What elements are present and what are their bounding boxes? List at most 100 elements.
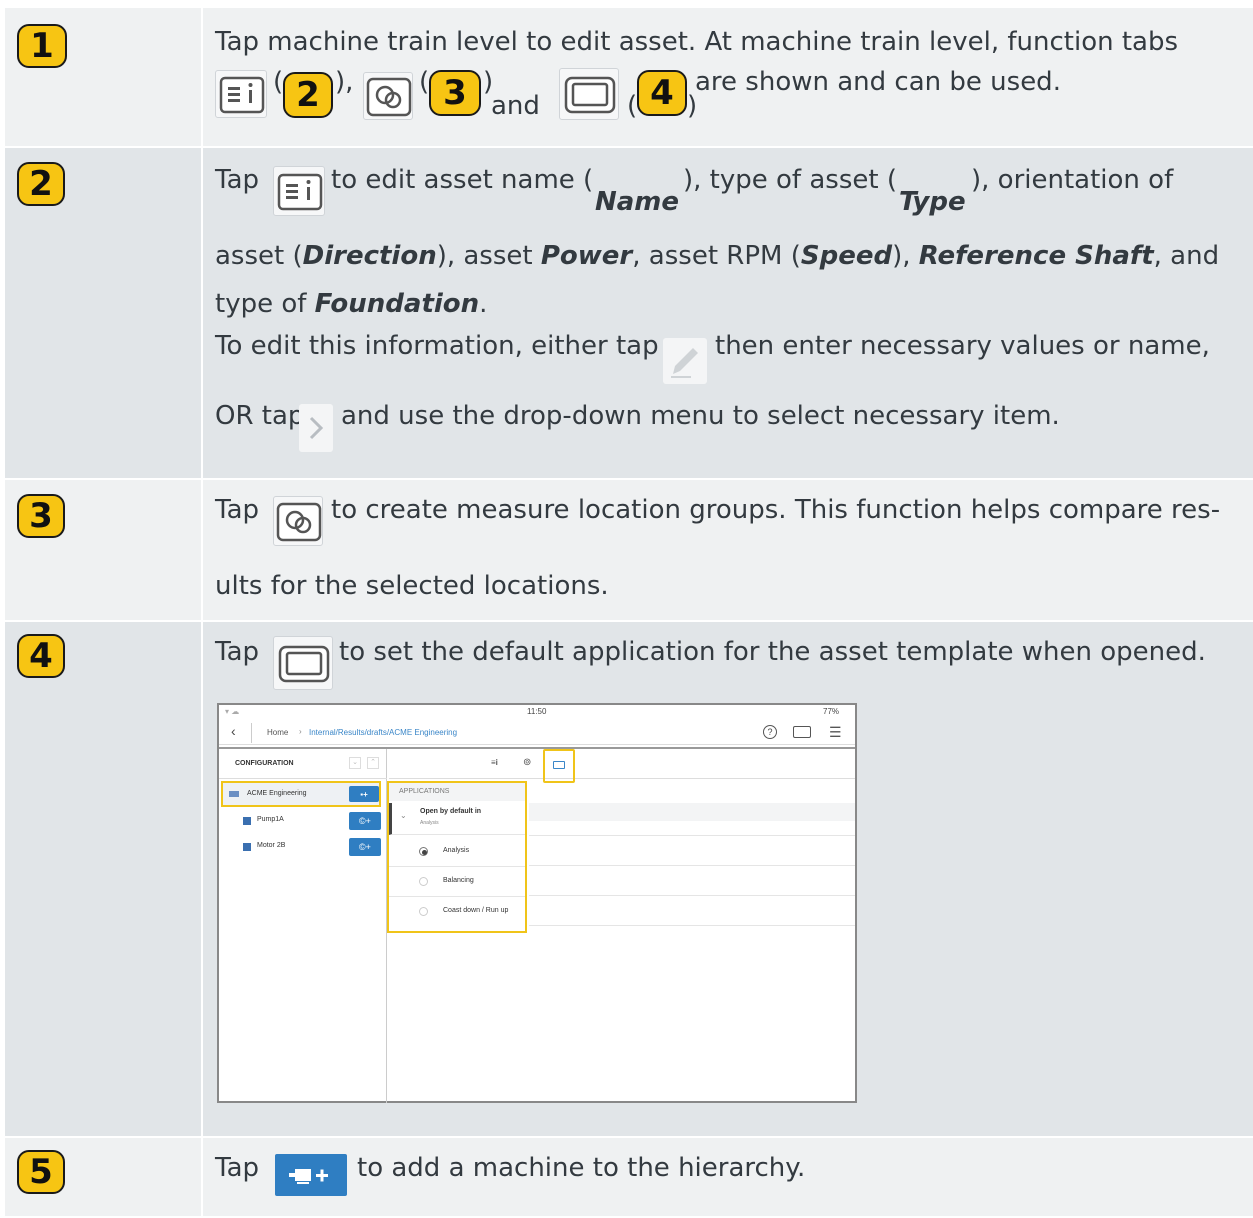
application-tab-icon	[559, 68, 619, 120]
step-description: Tap to add a machine to the hierarchy.	[203, 1138, 1253, 1216]
step-text-line: Tap	[215, 164, 259, 196]
text-segment: ), asset	[436, 241, 541, 271]
row-divider	[529, 865, 855, 866]
option-label: Analysis	[443, 847, 470, 854]
row-divider	[529, 895, 855, 896]
tree-item[interactable]: Motor 2B ©+	[221, 835, 381, 859]
field-name: Name	[595, 187, 680, 217]
option-label: Coast down / Run up	[443, 907, 509, 914]
step-text-line: OR tap	[215, 400, 304, 432]
chevron-down-icon[interactable]: ⌄	[349, 757, 361, 769]
field-speed: Speed	[800, 241, 893, 271]
camera-icon[interactable]	[793, 726, 811, 738]
step-number-cell: 4	[5, 622, 203, 1136]
step-badge: 1	[17, 24, 67, 68]
step-text: to add a machine to the hierarchy.	[357, 1153, 806, 1183]
applications-header: APPLICATIONS	[389, 783, 525, 801]
step-text-tail: are shown and can be used.	[695, 67, 1061, 97]
tree-item-label: Pump1A	[257, 816, 284, 823]
step-text: to create measure location groups. This …	[331, 495, 1221, 525]
paren-close: ),	[335, 67, 354, 97]
radio-selected-icon	[419, 847, 428, 856]
app-body: CONFIGURATION ⌄ ⌃ ACME Engineering ▪+ Pu…	[219, 747, 855, 1103]
step-text-line: To edit this information, either tap	[215, 330, 659, 362]
text-segment: to edit asset name (	[331, 165, 594, 195]
wifi-icon: ▾ ☁	[225, 707, 240, 716]
add-location-button[interactable]: ©+	[349, 812, 381, 830]
option-balancing[interactable]: Balancing	[389, 867, 525, 897]
step-text-line: asset (Direction), asset Power, asset RP…	[215, 240, 1219, 272]
tap-text: Tap	[215, 495, 260, 525]
info-tab-icon[interactable]: ≡i	[491, 758, 498, 767]
field-direction: Direction	[302, 241, 437, 271]
step-number-cell: 3	[5, 480, 203, 620]
info-tab-icon	[215, 70, 267, 118]
step-text: to set the default application for the a…	[339, 637, 1206, 667]
step-badge: 2	[17, 162, 65, 206]
step-number-cell: 5	[5, 1138, 203, 1216]
help-icon[interactable]: ?	[763, 725, 777, 739]
option-coastdown[interactable]: Coast down / Run up	[389, 897, 525, 927]
application-tab-icon	[273, 636, 333, 690]
tree-item-selected[interactable]: ACME Engineering ▪+	[221, 781, 381, 807]
application-tab-icon	[553, 761, 565, 769]
add-machine-button[interactable]: ▪+	[349, 786, 379, 802]
battery-level: 77%	[823, 707, 840, 716]
text-segment: and use the drop-down menu to select nec…	[341, 401, 1060, 431]
step-ref-badge: 4	[637, 70, 687, 116]
field-reference-shaft: Reference Shaft	[918, 241, 1154, 271]
text-segment: To edit this information, either tap	[215, 331, 659, 361]
step-number-cell: 2	[5, 148, 203, 478]
back-icon[interactable]: ‹	[231, 723, 236, 739]
open-default-value: Analysis	[420, 820, 439, 826]
field-power: Power	[540, 241, 633, 271]
chevron-up-icon[interactable]: ⌃	[367, 757, 379, 769]
chevron-down-icon: ⌄	[400, 811, 407, 820]
applications-label: APPLICATIONS	[399, 788, 450, 795]
breadcrumb-separator: ›	[299, 727, 302, 736]
option-analysis[interactable]: Analysis	[389, 837, 525, 867]
table-row: 2 Tap to edit asset name ( Name ), type …	[5, 148, 1253, 480]
application-tab[interactable]	[543, 749, 575, 783]
step-text-line: to edit asset name (	[331, 164, 593, 196]
text-segment: , and	[1153, 241, 1220, 271]
chevron-right-icon	[299, 404, 333, 452]
open-default-label: Open by default in	[420, 808, 482, 815]
info-tab-icon	[273, 166, 325, 216]
breadcrumb-path[interactable]: Internal/Results/drafts/ACME Engineering	[309, 728, 457, 737]
config-label: CONFIGURATION	[235, 760, 294, 767]
step-text-line: and use the drop-down menu to select nec…	[341, 400, 1060, 432]
tree-item-label: Motor 2B	[257, 842, 286, 849]
groups-tab-icon	[363, 72, 413, 120]
status-bar: ▾ ☁ 11:50 77%	[219, 705, 855, 719]
add-location-button[interactable]: ©+	[349, 838, 381, 856]
tree-item[interactable]: Pump1A ©+	[221, 809, 381, 833]
step-text-line: then enter necessary values or name,	[715, 330, 1210, 362]
tree-item-label: ACME Engineering	[247, 790, 307, 797]
step-badge: 5	[17, 1150, 65, 1194]
option-label: Balancing	[443, 877, 474, 884]
step-number-cell: 1	[5, 8, 203, 146]
text-segment: , asset RPM (	[632, 241, 801, 271]
open-default-row[interactable]: ⌄ Open by default in Analysis	[389, 803, 525, 835]
field-foundation: Foundation	[314, 289, 480, 319]
breadcrumb-home[interactable]: Home	[267, 728, 288, 737]
text-segment: type of	[215, 289, 315, 319]
table-row: 3 Tap to create measure location groups.…	[5, 480, 1253, 622]
table-row: 5 Tap to add a machine to the hierarchy.	[5, 1138, 1253, 1218]
menu-icon[interactable]: ☰	[829, 725, 842, 739]
step-text: ults for the selected locations.	[215, 571, 609, 601]
step-badge: 4	[17, 634, 65, 678]
radio-icon	[419, 877, 428, 886]
field-type: Type	[899, 187, 966, 217]
configuration-panel: CONFIGURATION ⌄ ⌃ ACME Engineering ▪+ Pu…	[219, 749, 387, 1103]
text-segment: ), orientation of	[971, 165, 1174, 195]
text-segment: ), type of asset (	[683, 165, 897, 195]
text-segment: .	[479, 289, 488, 319]
tap-text: Tap	[215, 165, 260, 195]
applications-panel: APPLICATIONS ⌄ Open by default in Analys…	[387, 781, 527, 933]
groups-tab-icon[interactable]: ⊚	[523, 757, 531, 768]
config-header: CONFIGURATION ⌄ ⌃	[219, 749, 387, 779]
tab-bar: ≡i ⊚	[389, 749, 855, 783]
app-screenshot: ▾ ☁ 11:50 77% ‹ Home › Internal/Results/…	[217, 703, 857, 1103]
